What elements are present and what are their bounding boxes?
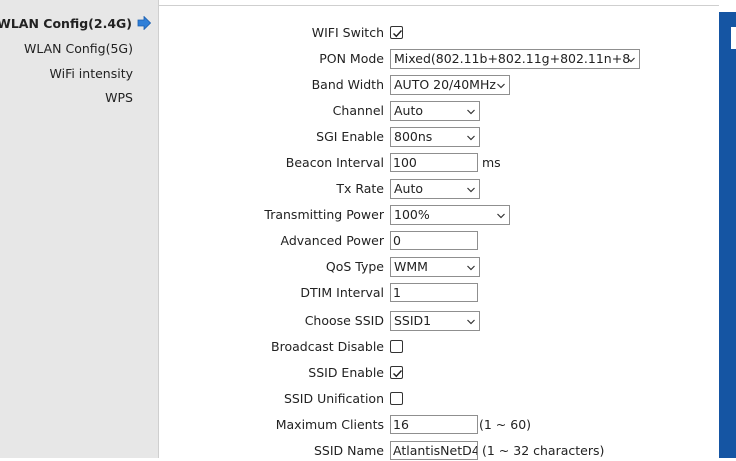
broadcast-disable-label: Broadcast Disable bbox=[271, 339, 384, 354]
row-tx-rate: Tx Rate Auto bbox=[159, 179, 719, 199]
top-divider bbox=[159, 0, 719, 6]
arrow-right-icon bbox=[137, 16, 151, 30]
row-broadcast-disable: Broadcast Disable bbox=[159, 337, 719, 357]
chevron-down-icon bbox=[467, 265, 475, 271]
beacon-interval-input[interactable]: 100 bbox=[390, 153, 478, 172]
wifi-switch-checkbox[interactable] bbox=[390, 26, 403, 39]
row-choose-ssid: Choose SSID SSID1 bbox=[159, 311, 719, 331]
row-sgi-enable: SGI Enable 800ns bbox=[159, 127, 719, 147]
qos-type-value: WMM bbox=[394, 259, 428, 274]
maximum-clients-input[interactable]: 16 bbox=[390, 415, 478, 434]
tx-rate-label: Tx Rate bbox=[336, 181, 384, 196]
pon-mode-label: PON Mode bbox=[319, 51, 384, 66]
sgi-enable-label: SGI Enable bbox=[316, 129, 384, 144]
maximum-clients-label: Maximum Clients bbox=[275, 417, 384, 432]
channel-label: Channel bbox=[332, 103, 384, 118]
sgi-enable-select[interactable]: 800ns bbox=[390, 127, 480, 147]
beacon-interval-label: Beacon Interval bbox=[285, 155, 384, 170]
checkmark-icon bbox=[393, 370, 403, 378]
chevron-down-icon bbox=[467, 187, 475, 193]
channel-select[interactable]: Auto bbox=[390, 101, 480, 121]
choose-ssid-value: SSID1 bbox=[394, 313, 432, 328]
row-wifi-switch: WIFI Switch bbox=[159, 23, 719, 43]
row-maximum-clients: Maximum Clients 16 (1 ~ 60) bbox=[159, 415, 719, 435]
row-beacon-interval: Beacon Interval 100 ms bbox=[159, 153, 719, 173]
ssid-enable-label: SSID Enable bbox=[308, 365, 384, 380]
transmitting-power-select[interactable]: 100% bbox=[390, 205, 510, 225]
qos-type-label: QoS Type bbox=[325, 259, 384, 274]
choose-ssid-select[interactable]: SSID1 bbox=[390, 311, 480, 331]
ssid-unification-label: SSID Unification bbox=[283, 391, 384, 406]
pon-mode-select[interactable]: Mixed(802.11b+802.11g+802.11n+8 bbox=[390, 49, 640, 69]
row-band-width: Band Width AUTO 20/40MHz bbox=[159, 75, 719, 95]
sidebar-item-wps[interactable]: WPS bbox=[105, 90, 133, 105]
sgi-enable-value: 800ns bbox=[394, 129, 433, 144]
ssid-unification-checkbox[interactable] bbox=[390, 392, 403, 405]
broadcast-disable-checkbox[interactable] bbox=[390, 340, 403, 353]
ssid-enable-checkbox[interactable] bbox=[390, 366, 403, 379]
row-qos-type: QoS Type WMM bbox=[159, 257, 719, 277]
band-width-select[interactable]: AUTO 20/40MHz bbox=[390, 75, 510, 95]
channel-value: Auto bbox=[394, 103, 424, 118]
maximum-clients-hint: (1 ~ 60) bbox=[479, 417, 532, 432]
row-channel: Channel Auto bbox=[159, 101, 719, 121]
row-transmitting-power: Transmitting Power 100% bbox=[159, 205, 719, 225]
tx-rate-value: Auto bbox=[394, 181, 424, 196]
band-width-value: AUTO 20/40MHz bbox=[394, 77, 496, 92]
transmitting-power-value: 100% bbox=[394, 207, 430, 222]
chevron-down-icon bbox=[467, 135, 475, 141]
qos-type-select[interactable]: WMM bbox=[390, 257, 480, 277]
wifi-switch-label: WIFI Switch bbox=[311, 25, 384, 40]
chevron-down-icon bbox=[467, 319, 475, 325]
row-ssid-unification: SSID Unification bbox=[159, 389, 719, 409]
row-advanced-power: Advanced Power 0 bbox=[159, 231, 719, 251]
chevron-down-icon bbox=[467, 109, 475, 115]
ssid-name-input[interactable]: AtlantisNetD4: bbox=[390, 441, 478, 460]
sidebar-item-wlan-config-2-4g[interactable]: WLAN Config(2.4G) bbox=[0, 16, 132, 31]
beacon-interval-unit: ms bbox=[482, 155, 501, 170]
chevron-down-icon bbox=[497, 83, 505, 89]
choose-ssid-label: Choose SSID bbox=[304, 313, 384, 328]
tx-rate-select[interactable]: Auto bbox=[390, 179, 480, 199]
sidebar: WLAN Config(2.4G) WLAN Config(5G) WiFi i… bbox=[0, 0, 159, 458]
checkmark-icon bbox=[393, 30, 403, 38]
band-width-label: Band Width bbox=[311, 77, 384, 92]
row-ssid-name: SSID Name AtlantisNetD4: (1 ~ 32 charact… bbox=[159, 441, 719, 461]
advanced-power-input[interactable]: 0 bbox=[390, 231, 478, 250]
dtim-interval-label: DTIM Interval bbox=[300, 285, 384, 300]
ssid-name-hint: (1 ~ 32 characters) bbox=[482, 443, 605, 458]
dtim-interval-input[interactable]: 1 bbox=[390, 283, 478, 302]
transmitting-power-label: Transmitting Power bbox=[264, 207, 384, 222]
right-bar-notch bbox=[731, 27, 736, 49]
chevron-down-icon bbox=[497, 213, 505, 219]
right-accent-bar bbox=[719, 12, 736, 458]
pon-mode-value: Mixed(802.11b+802.11g+802.11n+8 bbox=[394, 51, 631, 66]
advanced-power-label: Advanced Power bbox=[280, 233, 384, 248]
sidebar-item-wlan-config-5g[interactable]: WLAN Config(5G) bbox=[24, 41, 133, 56]
row-ssid-enable: SSID Enable bbox=[159, 363, 719, 383]
ssid-name-label: SSID Name bbox=[313, 443, 384, 458]
chevron-down-icon bbox=[627, 57, 635, 63]
sidebar-item-wifi-intensity[interactable]: WiFi intensity bbox=[50, 66, 133, 81]
row-dtim-interval: DTIM Interval 1 bbox=[159, 283, 719, 303]
row-pon-mode: PON Mode Mixed(802.11b+802.11g+802.11n+8 bbox=[159, 49, 719, 69]
